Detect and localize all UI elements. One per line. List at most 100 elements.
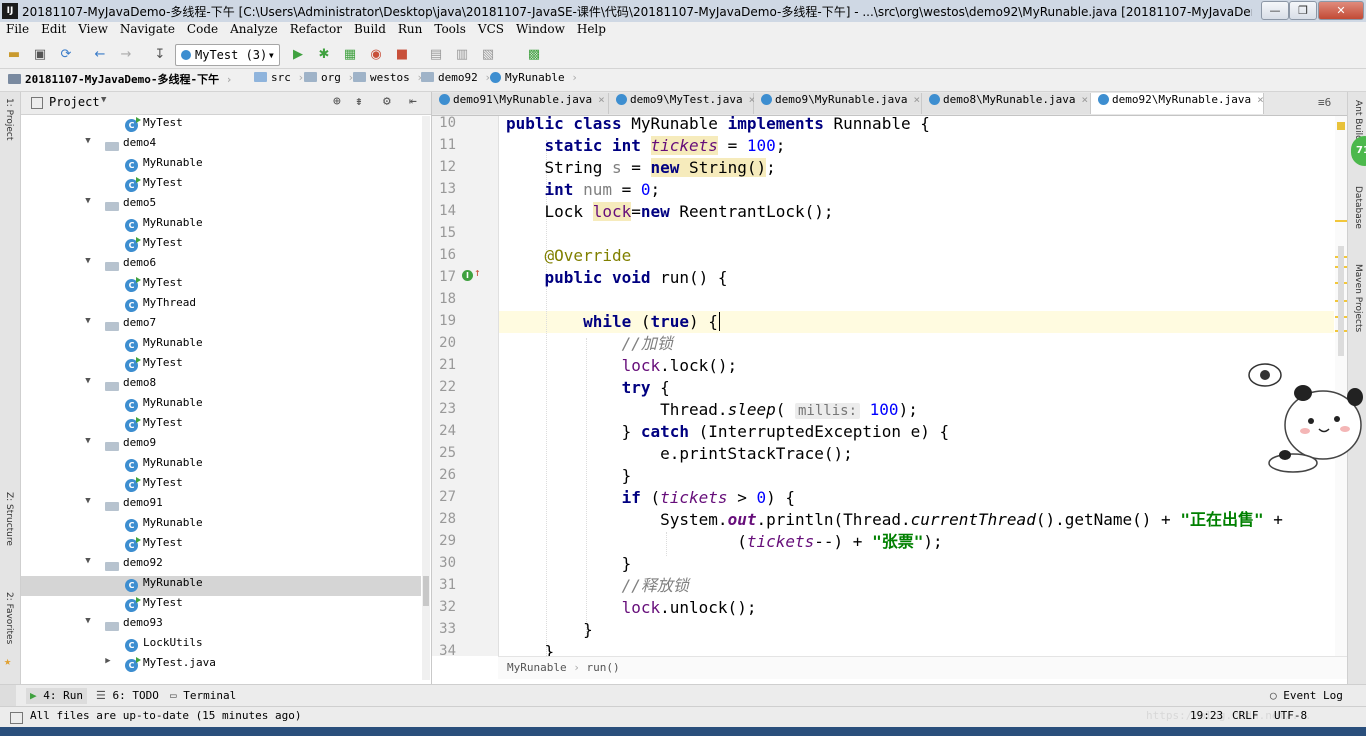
expand-arrow-icon[interactable]: ▼ — [83, 196, 93, 206]
save-all-icon[interactable]: ▣ — [32, 47, 48, 63]
implements-arrow-icon[interactable]: ↑ — [474, 266, 481, 279]
menu-help[interactable]: Help — [571, 22, 612, 36]
menu-vcs[interactable]: VCS — [472, 22, 510, 36]
tree-item[interactable]: C MyTest — [21, 276, 421, 296]
expand-arrow-icon[interactable]: ▼ — [83, 376, 93, 386]
tree-item[interactable]: C MyTest — [21, 416, 421, 436]
profile-icon[interactable]: ◉ — [368, 47, 384, 63]
sync-icon[interactable]: ⟳ — [58, 47, 74, 63]
tree-item[interactable]: C MyTest — [21, 176, 421, 196]
breadcrumb-src[interactable]: src › — [254, 71, 304, 89]
close-icon[interactable]: × — [1081, 93, 1088, 106]
menu-window[interactable]: Window — [510, 22, 571, 36]
override-gutter-icon[interactable]: I — [462, 270, 473, 281]
project-tool-button[interactable]: 1: Project — [4, 98, 14, 140]
menu-run[interactable]: Run — [392, 22, 429, 36]
menu-tools[interactable]: Tools — [428, 22, 472, 36]
terminal-tool-button[interactable]: ▭ Terminal — [170, 688, 236, 704]
expand-arrow-icon[interactable]: ▼ — [83, 496, 93, 506]
minimize-button[interactable]: — — [1261, 1, 1289, 20]
debug-icon[interactable]: ✱ — [316, 47, 332, 63]
tabs-overflow-button[interactable]: ≡6 — [1318, 96, 1331, 109]
gear-icon[interactable]: ⚙ — [383, 94, 391, 109]
tree-package-demo8[interactable]: ▼ demo8 — [21, 376, 421, 396]
maven-tool-button[interactable]: Maven Projects — [1353, 264, 1363, 332]
tree-item[interactable]: C MyTest — [21, 356, 421, 376]
ant-build-tool-button[interactable]: Ant Build — [1353, 100, 1363, 141]
expand-arrow-icon[interactable]: ▼ — [83, 136, 93, 146]
tree-item[interactable]: C MyTest — [21, 536, 421, 556]
breadcrumb-demo92[interactable]: demo92 › — [421, 71, 491, 89]
collapse-all-icon[interactable]: ⇟ — [355, 94, 363, 109]
tree-package-demo7[interactable]: ▼ demo7 — [21, 316, 421, 336]
menu-edit[interactable]: Edit — [35, 22, 72, 36]
menu-view[interactable]: View — [72, 22, 114, 36]
breadcrumb-class[interactable]: MyRunable — [507, 661, 567, 674]
scrollbar-thumb[interactable] — [423, 576, 429, 606]
tree-package-demo93[interactable]: ▼ demo93 — [21, 616, 421, 636]
build-icon[interactable]: ↧ — [152, 47, 168, 63]
expand-arrow-icon[interactable]: ▼ — [83, 556, 93, 566]
tab-demo9-mytest[interactable]: demo9\MyTest.java × — [609, 93, 755, 114]
code-editor[interactable]: 10 11 12 13 14 15 16 17 18 19 20 21 22 23 24 25 26 27 28 29… — [432, 116, 1347, 684]
menu-build[interactable]: Build — [348, 22, 392, 36]
coverage-icon[interactable]: ▦ — [342, 47, 358, 63]
tree-item[interactable]: C MyTest — [21, 476, 421, 496]
tree-item[interactable]: C MyRunable — [21, 396, 421, 416]
tab-demo8-myrunable[interactable]: demo8\MyRunable.java × — [922, 93, 1091, 114]
expand-arrow-icon[interactable]: ▶ — [103, 656, 113, 666]
menu-file[interactable]: File — [0, 22, 35, 36]
maximize-button[interactable]: ❐ — [1289, 1, 1317, 20]
tree-item[interactable]: C MyRunable — [21, 576, 421, 596]
breadcrumb-org[interactable]: org › — [304, 71, 354, 89]
favorites-tool-button[interactable]: 2: Favorites — [4, 592, 14, 644]
tab-demo92-myrunable[interactable]: demo92\MyRunable.java × — [1091, 93, 1264, 114]
tree-item[interactable]: C MyRunable — [21, 516, 421, 536]
file-encoding[interactable]: UTF-8 — [1274, 709, 1307, 722]
breadcrumb-westos[interactable]: westos › — [353, 71, 423, 89]
error-stripe-mark[interactable] — [1335, 220, 1347, 222]
panel-toggle-icon[interactable] — [0, 685, 16, 706]
tree-item[interactable]: C MyTest — [21, 236, 421, 256]
scrollbar-thumb[interactable] — [1338, 246, 1344, 356]
project-scrollbar[interactable] — [422, 116, 430, 680]
expand-arrow-icon[interactable]: ▼ — [83, 436, 93, 446]
tree-item[interactable]: C MyThread — [21, 296, 421, 316]
project-structure-icon[interactable]: ▤ — [428, 47, 444, 63]
menu-refactor[interactable]: Refactor — [284, 22, 348, 36]
close-icon[interactable]: × — [598, 93, 605, 106]
tree-item[interactable]: C MyRunable — [21, 156, 421, 176]
menu-analyze[interactable]: Analyze — [224, 22, 284, 36]
database-tool-button[interactable]: Database — [1353, 186, 1363, 229]
tree-package-demo4[interactable]: ▼ demo4 — [21, 136, 421, 156]
tree-package-demo92[interactable]: ▼ demo92 — [21, 556, 421, 576]
close-button[interactable]: ✕ — [1318, 1, 1364, 20]
tab-demo91-myrunable[interactable]: demo91\MyRunable.java × — [432, 93, 609, 114]
structure-tool-button[interactable]: Z: Structure — [4, 492, 14, 546]
close-icon[interactable]: × — [1257, 93, 1264, 106]
warning-indicator-icon[interactable] — [1337, 122, 1345, 130]
settings-icon[interactable]: ▧ — [480, 47, 496, 63]
tree-package-demo6[interactable]: ▼ demo6 — [21, 256, 421, 276]
tree-item[interactable]: C MyTest — [21, 116, 421, 136]
tree-item[interactable]: C MyRunable — [21, 336, 421, 356]
tree-item[interactable]: C MyRunable — [21, 456, 421, 476]
breadcrumb-project[interactable]: 20181107-MyJavaDemo-多线程-下午 › — [8, 71, 232, 89]
forward-icon[interactable]: → — [118, 47, 134, 63]
breadcrumb-myrunable[interactable]: MyRunable › — [490, 71, 578, 89]
tree-item[interactable]: ▶ C MyTest.java — [21, 656, 421, 676]
menu-code[interactable]: Code — [181, 22, 224, 36]
breadcrumb-method[interactable]: run() — [586, 661, 619, 674]
tree-item[interactable]: C MyTest — [21, 596, 421, 616]
chevron-down-icon[interactable]: ▼ — [101, 95, 106, 105]
tree-package-demo91[interactable]: ▼ demo91 — [21, 496, 421, 516]
run-icon[interactable]: ▶ — [290, 47, 306, 63]
tree-package-demo5[interactable]: ▼ demo5 — [21, 196, 421, 216]
project-view-label[interactable]: Project — [49, 95, 100, 109]
expand-arrow-icon[interactable]: ▼ — [83, 316, 93, 326]
run-config-select[interactable]: MyTest (3) ▾ — [175, 44, 280, 66]
sdk-icon[interactable]: ▥ — [454, 47, 470, 63]
caret-position[interactable]: 19:23 — [1190, 709, 1223, 722]
hide-panel-icon[interactable]: ⇤ — [409, 94, 417, 109]
stop-icon[interactable]: ■ — [394, 47, 410, 63]
